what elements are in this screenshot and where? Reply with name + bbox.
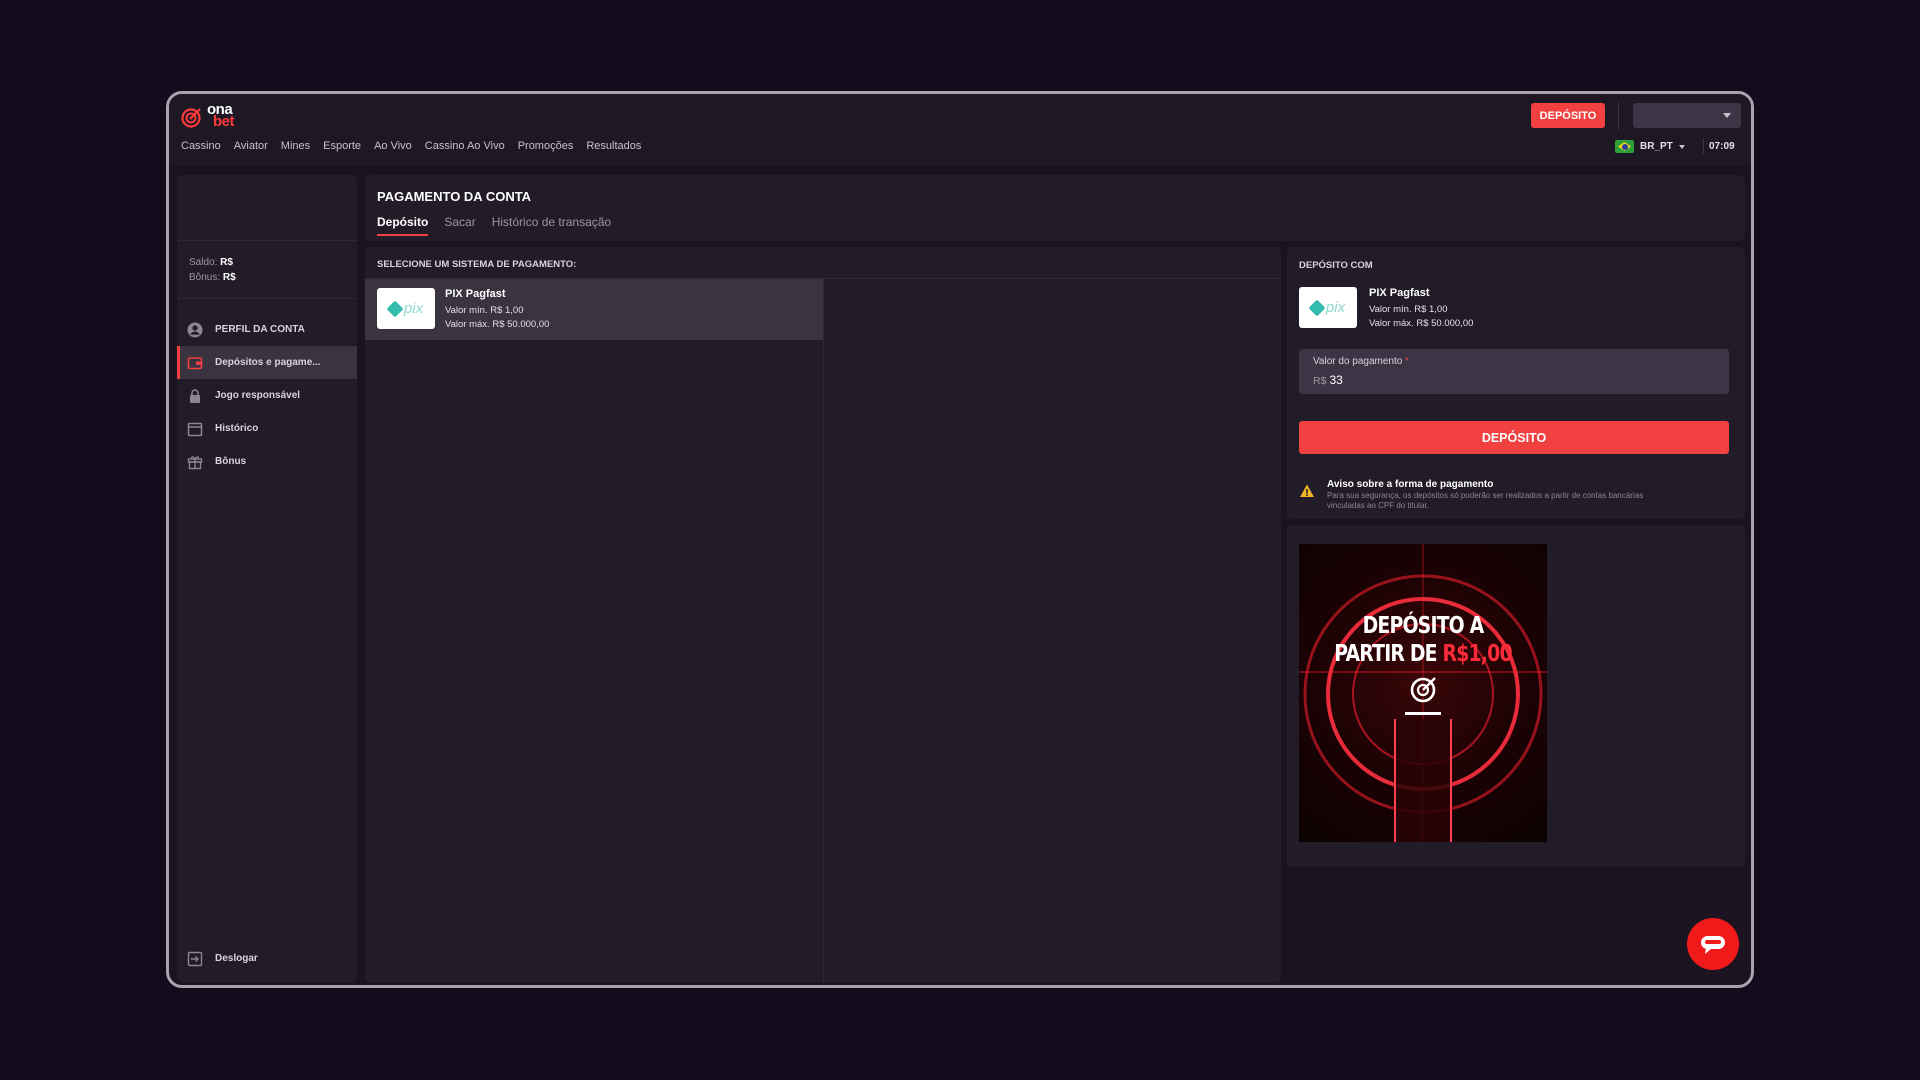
sidebar-item-label: Bônus [215,456,247,467]
target-logo-icon [181,108,201,128]
balance-summary: Saldo: R$ Bônus: R$ [177,241,357,299]
nav-esporte[interactable]: Esporte [323,140,361,152]
sidebar-item-label: Jogo responsável [215,390,301,401]
clock: 07:09 [1709,141,1735,152]
payment-option-name: PIX Pagfast [445,288,506,300]
payment-option-min: Valor mín. R$ 1,00 [445,305,524,316]
sidebar-item-deposits[interactable]: Depósitos e pagame... [177,346,357,379]
nav-promocoes[interactable]: Promoções [518,140,574,152]
notice-title: Aviso sobre a forma de pagamento [1327,479,1494,490]
pix-logo-text: pix [403,300,424,317]
nav-ao-vivo[interactable]: Ao Vivo [374,140,412,152]
pix-logo-icon: pix [377,288,435,329]
balance-label: Saldo: [189,257,218,268]
sidebar-item-bonus[interactable]: Bônus [177,445,357,478]
nav-mines[interactable]: Mines [281,140,310,152]
lock-icon [187,388,203,404]
sidebar-user-area [177,175,357,241]
page-title: PAGAMENTO DA CONTA [377,189,532,204]
bonus-value: R$ [222,272,236,283]
payment-notice: Aviso sobre a forma de pagamento Para su… [1299,479,1647,511]
logout-button[interactable]: Deslogar [177,942,258,975]
main-nav: Cassino Aviator Mines Esporte Ao Vivo Ca… [181,140,641,152]
user-circle-icon [187,322,203,338]
sidebar-item-profile[interactable]: PERFIL DA CONTA [177,313,357,346]
header-divider [1703,138,1704,154]
nav-cassino-ao-vivo[interactable]: Cassino Ao Vivo [425,140,505,152]
live-chat-button[interactable] [1687,918,1739,970]
promo-amount: R$1,00 [1442,641,1512,667]
chat-bubble-icon [1701,936,1725,954]
sidebar-item-history[interactable]: Histórico [177,412,357,445]
currency-prefix: R$ [1313,375,1327,387]
page-header-card: PAGAMENTO DA CONTA Depósito Sacar Histór… [365,175,1745,241]
tab-transaction-history[interactable]: Histórico de transação [492,215,611,236]
chevron-down-icon [1723,113,1731,118]
deposit-with-title: DEPÓSITO COM [1299,260,1373,271]
chevron-down-icon [1678,144,1685,149]
calendar-icon [187,421,203,437]
promo-banner[interactable]: DEPÓSITO A PARTIR DE R$1,00 [1299,544,1547,842]
payment-systems-title: SELECIONE UM SISTEMA DE PAGAMENTO: [365,247,1281,279]
top-header: ona bet Cassino Aviator Mines Esporte Ao… [169,94,1751,167]
brand-logo[interactable]: ona bet [181,101,247,132]
payment-tabs: Depósito Sacar Histórico de transação [377,215,611,236]
selected-method-max: Valor máx. R$ 50.000,00 [1369,318,1474,329]
warning-icon [1300,484,1314,497]
header-deposit-button[interactable]: DEPÓSITO [1531,103,1605,128]
amount-value: 33 [1329,373,1343,387]
selected-payment-method: pix PIX Pagfast Valor mín. R$ 1,00 Valor… [1299,287,1473,329]
app-window: ona bet Cassino Aviator Mines Esporte Ao… [166,91,1754,988]
selected-method-min: Valor mín. R$ 1,00 [1369,304,1448,315]
user-account-dropdown[interactable] [1633,103,1741,128]
brazil-flag-icon [1615,140,1634,153]
neon-rings-graphic [1299,544,1547,842]
selected-method-name: PIX Pagfast [1369,287,1430,299]
wallet-icon [187,355,203,371]
amount-label: Valor do pagamento [1313,356,1403,367]
pix-logo-icon: pix [1299,287,1357,328]
sidebar-item-label: Depósitos e pagame... [215,357,321,368]
promo-headline: DEPÓSITO A PARTIR DE R$1,00 [1321,612,1524,668]
account-sidebar: Saldo: R$ Bônus: R$ PERFIL DA CONTA Depó… [177,175,357,983]
sidebar-item-label: Histórico [215,423,259,434]
deposit-form-panel: DEPÓSITO COM pix PIX Pagfast Valor mín. … [1287,247,1745,519]
logout-icon [187,951,203,967]
sidebar-menu: PERFIL DA CONTA Depósitos e pagame... Jo… [177,299,357,478]
payment-systems-list: pix PIX Pagfast Valor mín. R$ 1,00 Valor… [365,279,824,983]
sidebar-item-responsible-gaming[interactable]: Jogo responsável [177,379,357,412]
payment-amount-input[interactable]: Valor do pagamento * R$ 33 [1299,349,1729,394]
pix-logo-text: pix [1325,299,1346,316]
tab-withdraw[interactable]: Sacar [444,215,475,236]
header-divider [1618,102,1619,130]
logout-label: Deslogar [215,953,258,964]
bonus-label: Bônus: [189,272,221,283]
balance-value: R$ [220,257,233,268]
promo-line-1: DEPÓSITO A [1362,613,1485,639]
payment-option-max: Valor máx. R$ 50.000,00 [445,319,550,330]
payment-option-pix-pagfast[interactable]: pix PIX Pagfast Valor mín. R$ 1,00 Valor… [365,279,823,340]
nav-resultados[interactable]: Resultados [586,140,641,152]
sidebar-item-label: PERFIL DA CONTA [215,324,305,335]
nav-cassino[interactable]: Cassino [181,140,221,152]
payment-systems-panel: SELECIONE UM SISTEMA DE PAGAMENTO: pix P… [365,247,1281,983]
tab-deposit[interactable]: Depósito [377,215,429,236]
promo-line-2: PARTIR DE [1334,641,1443,667]
nav-aviator[interactable]: Aviator [234,140,268,152]
promo-panel: DEPÓSITO A PARTIR DE R$1,00 [1287,525,1745,867]
required-mark: * [1405,356,1410,367]
language-code: BR_PT [1640,141,1673,152]
notice-text: Para sua segurança, os depósitos só pode… [1327,491,1644,510]
gift-icon [187,454,203,470]
language-selector[interactable]: BR_PT [1615,140,1685,153]
deposit-submit-button[interactable]: DEPÓSITO [1299,421,1729,454]
logo-word-bottom: bet [213,113,235,130]
